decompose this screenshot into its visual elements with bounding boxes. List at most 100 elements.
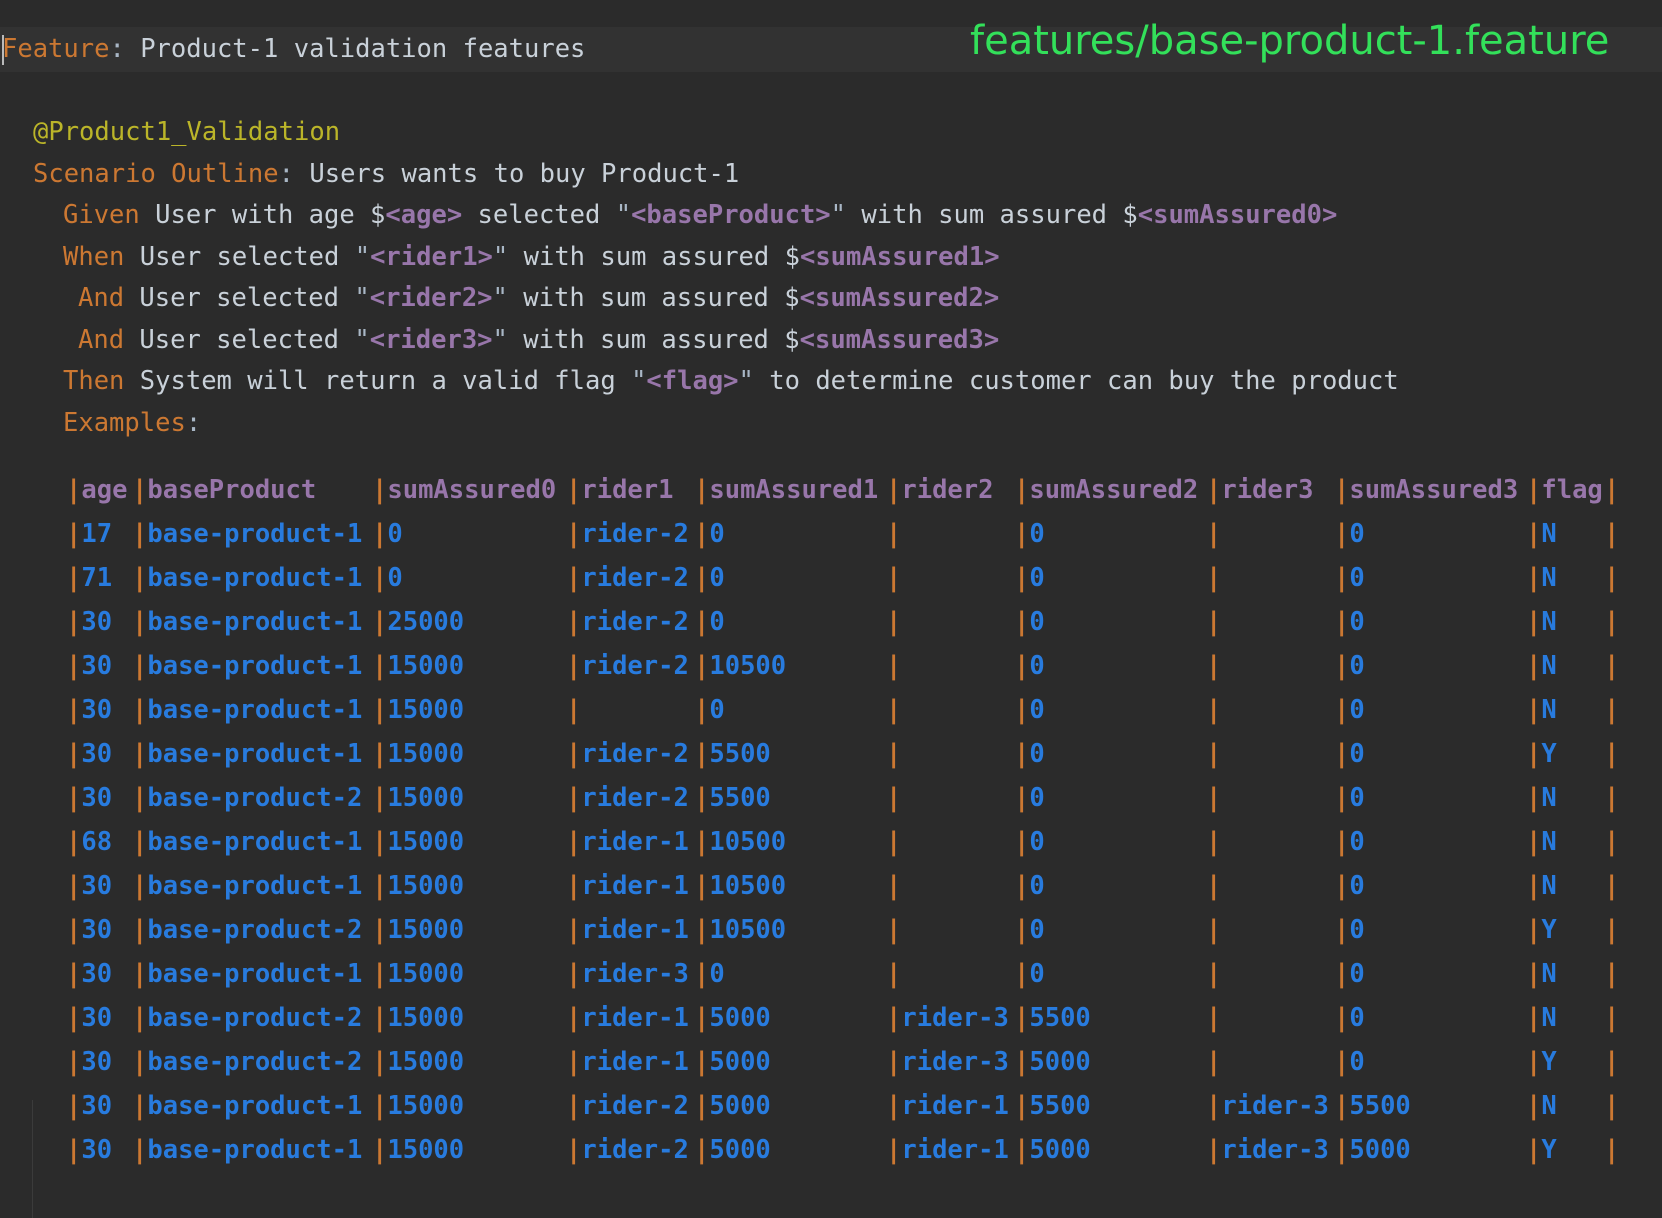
cell-value: rider-2 [581,563,689,593]
table-pipe: | [66,783,82,813]
table-pipe: | [66,563,82,593]
table-cell-rider2: |rider-3 [886,996,1014,1040]
table-pipe: | [1014,519,1030,549]
table-cell-baseProduct: |base-product-1 [132,1084,372,1128]
table-cell-sumAssured3: |0 [1334,644,1526,688]
table-cell-sumAssured0: |15000 [372,732,566,776]
table-cell-sumAssured1: |5000 [694,1084,886,1128]
when-placeholder-sumassured1: <sumAssured1> [799,242,1000,272]
table-cell-age: |30 [66,908,132,952]
table-cell-sumAssured1: |0 [694,688,886,732]
table-pipe: | [694,739,710,769]
table-pipe: | [1526,1091,1542,1121]
table-cell-sumAssured1: |10500 [694,820,886,864]
table-pipe: | [1206,959,1222,989]
table-cell-rider3: | [1206,908,1334,952]
table-cell-age: |30 [66,1040,132,1084]
table-pipe: | [66,607,82,637]
cell-value: 15000 [387,915,465,945]
table-pipe: | [694,1091,710,1121]
table-pipe: | [1014,827,1030,857]
table-pipe: | [66,519,82,549]
table-cell-sumAssured1: |10500 [694,864,886,908]
cell-value: rider-2 [581,607,689,637]
table-cell-sumAssured3: |5500 [1334,1084,1526,1128]
table-pipe: | [66,651,82,681]
table-pipe: | [132,915,148,945]
table-cell-baseProduct: |base-product-2 [132,908,372,952]
table-pipe: | [1334,959,1350,989]
table-cell-flag: |Y [1526,1128,1604,1172]
table-pipe: | [1334,1091,1350,1121]
table-pipe: | [132,1047,148,1077]
table-cell-sumAssured2: |0 [1014,556,1206,600]
table-pipe: | [694,827,710,857]
table-cell-flag: |N [1526,996,1604,1040]
table-cell-age: |30 [66,996,132,1040]
cell-value: 15000 [387,1135,465,1165]
cell-value: 0 [1029,915,1045,945]
table-cell-sumAssured3: |0 [1334,732,1526,776]
table-cell-rider3: | [1206,688,1334,732]
table-header-sumAssured2: |sumAssured2 [1014,468,1206,512]
table-pipe: | [132,1135,148,1165]
examples-line[interactable]: Examples: [63,401,201,445]
cell-value: 5500 [709,739,771,769]
table-cell-baseProduct: |base-product-1 [132,732,372,776]
table-pipe: | [1334,563,1350,593]
cell-value: N [1541,1091,1557,1121]
feature-line[interactable]: Feature: Product-1 validation features [2,27,585,71]
table-cell-rider1: |rider-2 [566,1128,694,1172]
table-cell-baseProduct: |base-product-1 [132,556,372,600]
table-pipe: | [372,1047,388,1077]
table-pipe: | [66,915,82,945]
table-cell-sumAssured3: |0 [1334,952,1526,996]
table-cell-rider3: | [1206,556,1334,600]
table-cell-rider3: | [1206,864,1334,908]
table-pipe: | [1334,783,1350,813]
cell-value: 30 [81,783,113,813]
table-pipe: | [372,1091,388,1121]
cell-value: rider-2 [581,783,689,813]
table-pipe: | [1206,475,1222,505]
step-given[interactable]: Given User with age $<age> selected "<ba… [63,193,1337,237]
table-cell-rider2: | [886,732,1014,776]
table-cell-sumAssured0: |15000 [372,1040,566,1084]
table-pipe: | [566,607,582,637]
step-when[interactable]: When User selected "<rider1>" with sum a… [63,235,1000,279]
table-pipe: | [694,959,710,989]
cell-value: 5000 [709,1047,771,1077]
table-pipe: | [1206,519,1222,549]
scenario-tag-line[interactable]: @Product1_Validation [33,110,340,154]
cell-value: 5000 [709,1003,771,1033]
indent-guide [32,1100,33,1218]
table-pipe: | [694,651,710,681]
table-pipe: | [66,739,82,769]
step-then[interactable]: Then System will return a valid flag "<f… [63,359,1399,403]
step-and-2[interactable]: And User selected "<rider3>" with sum as… [78,318,999,362]
table-pipe: | [372,871,388,901]
cell-value: 30 [81,871,113,901]
table-pipe: | [694,915,710,945]
table-cell-sumAssured0: |15000 [372,644,566,688]
table-pipe: | [886,475,902,505]
cell-value: 0 [1029,783,1045,813]
table-pipe: | [886,563,902,593]
table-pipe: | [886,651,902,681]
table-pipe: | [566,563,582,593]
scenario-outline-line[interactable]: Scenario Outline: Users wants to buy Pro… [33,152,739,196]
code-editor[interactable]: features/base-product-1.feature Feature:… [0,0,1662,1218]
table-pipe: | [132,871,148,901]
table-pipe: | [66,1135,82,1165]
table-pipe: | [566,1135,582,1165]
cell-value: 0 [1029,739,1045,769]
cell-value: 15000 [387,1003,465,1033]
cell-value: N [1541,563,1557,593]
cell-value: rider-1 [581,1003,689,1033]
step-and-1[interactable]: And User selected "<rider2>" with sum as… [78,276,999,320]
table-pipe: | [1014,1091,1030,1121]
table-cell-sumAssured0: |0 [372,556,566,600]
table-pipe: | [132,1091,148,1121]
cell-value: 10500 [709,915,787,945]
cell-value: 30 [81,959,113,989]
